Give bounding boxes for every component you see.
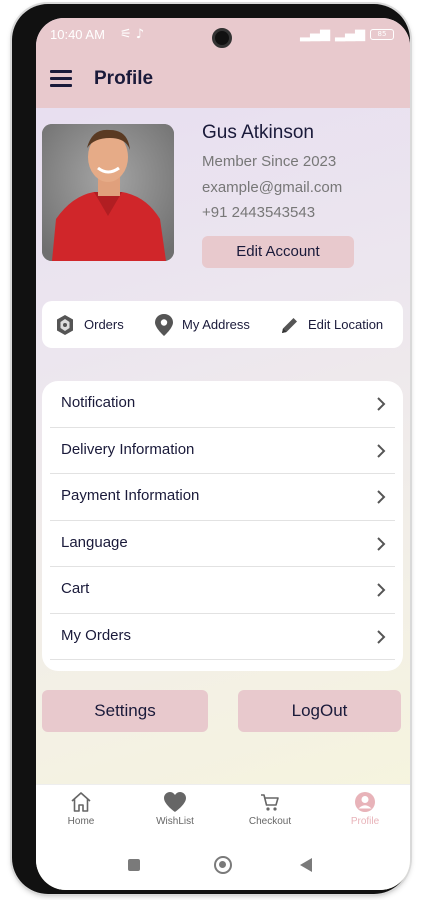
menu-item-label: Language xyxy=(61,533,128,551)
menu-item-delivery-information[interactable]: Delivery Information xyxy=(50,428,395,474)
chevron-right-icon xyxy=(377,397,386,411)
my-address-link[interactable]: My Address xyxy=(154,301,250,348)
notification-icons: ⚟ ♪ xyxy=(120,27,145,42)
avatar xyxy=(42,124,174,261)
orders-icon xyxy=(57,314,73,335)
cart-icon xyxy=(261,794,279,811)
home-button-icon[interactable] xyxy=(214,856,232,874)
menu-item-label: Notification xyxy=(61,394,136,411)
menu-item-label: Delivery Information xyxy=(61,440,195,458)
settings-menu-card: Notification Delivery Information Paymen… xyxy=(42,381,403,671)
app-bar: Profile xyxy=(36,52,410,108)
chevron-right-icon xyxy=(377,629,386,644)
menu-item-my-orders[interactable]: My Orders xyxy=(50,614,395,660)
location-pin-icon xyxy=(155,313,173,336)
menu-item-cart[interactable]: Cart xyxy=(50,567,395,614)
hamburger-menu-icon[interactable] xyxy=(50,70,72,88)
signal-icon-2: ▂▄▆ xyxy=(335,27,365,42)
chevron-right-icon xyxy=(377,536,386,551)
nav-home-label: Home xyxy=(67,816,95,827)
nav-profile-label: Profile xyxy=(350,816,380,827)
logout-button[interactable]: LogOut xyxy=(238,690,401,732)
nav-wishlist[interactable]: WishList xyxy=(138,791,212,827)
system-navigation-bar xyxy=(36,840,410,890)
settings-button[interactable]: Settings xyxy=(42,690,208,732)
heart-icon xyxy=(164,792,186,812)
menu-item-notification[interactable]: Notification xyxy=(50,381,395,428)
signal-icon: ▂▄▆ xyxy=(300,27,330,42)
pencil-icon xyxy=(282,317,297,333)
nav-checkout-label: Checkout xyxy=(248,816,292,827)
back-icon[interactable] xyxy=(300,858,312,872)
front-camera xyxy=(212,28,232,48)
edit-location-link[interactable]: Edit Location xyxy=(280,301,383,348)
menu-item-label: Payment Information xyxy=(61,487,200,504)
status-time: 10:40 AM xyxy=(50,27,105,42)
my-address-label: My Address xyxy=(182,317,250,332)
page-title: Profile xyxy=(94,68,154,89)
menu-item-payment-information[interactable]: Payment Information xyxy=(50,474,395,521)
screen: 10:40 AM ⚟ ♪ ▂▄▆ ▂▄▆ 85 Profile Gus Atki… xyxy=(36,18,410,890)
profile-email: example@gmail.com xyxy=(202,179,343,196)
home-icon xyxy=(71,792,91,812)
orders-link[interactable]: Orders xyxy=(54,301,124,348)
recent-apps-icon[interactable] xyxy=(128,859,140,871)
status-bar: 10:40 AM ⚟ ♪ ▂▄▆ ▂▄▆ 85 xyxy=(36,18,410,52)
phone-frame: 10:40 AM ⚟ ♪ ▂▄▆ ▂▄▆ 85 Profile Gus Atki… xyxy=(12,4,410,894)
chevron-right-icon xyxy=(377,490,386,504)
orders-label: Orders xyxy=(84,317,124,332)
edit-account-button[interactable]: Edit Account xyxy=(202,236,354,268)
nav-profile[interactable]: Profile xyxy=(328,791,402,827)
nav-checkout[interactable]: Checkout xyxy=(233,791,307,827)
chevron-right-icon xyxy=(377,443,386,458)
menu-item-label: My Orders xyxy=(61,626,132,644)
profile-icon xyxy=(355,792,375,812)
menu-item-label: Cart xyxy=(61,580,90,597)
nav-wishlist-label: WishList xyxy=(156,816,194,827)
menu-item-language[interactable]: Language xyxy=(50,521,395,567)
edit-location-label: Edit Location xyxy=(308,317,384,332)
status-right: ▂▄▆ ▂▄▆ 85 xyxy=(300,27,394,42)
profile-name: Gus Atkinson xyxy=(202,122,314,143)
nav-home[interactable]: Home xyxy=(44,791,118,827)
bottom-navigation: Home WishList Checkout Profile xyxy=(36,784,410,840)
quick-actions-bar: Orders My Address Edit Location xyxy=(42,301,403,348)
chevron-right-icon xyxy=(377,583,386,597)
profile-phone: +91 2443543543 xyxy=(202,204,316,221)
battery-icon: 85 xyxy=(370,29,394,40)
member-since: Member Since 2023 xyxy=(202,153,337,170)
